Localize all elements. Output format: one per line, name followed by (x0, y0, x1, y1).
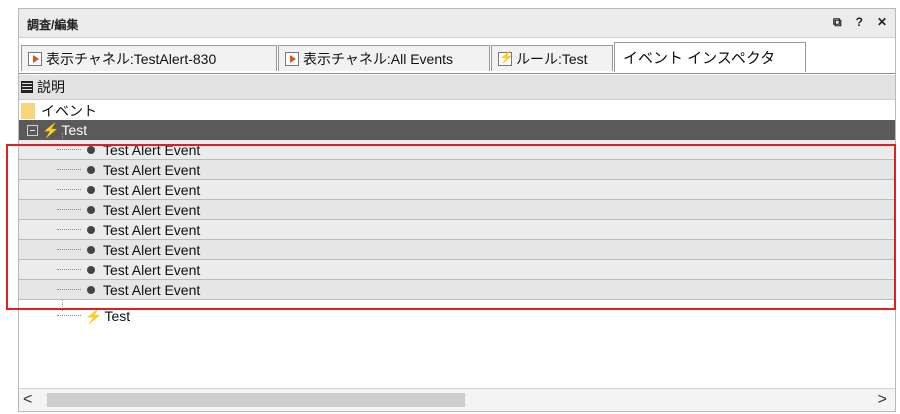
event-list: Test Alert Event Test Alert Event Test A… (19, 140, 895, 305)
list-item[interactable]: Test Alert Event (19, 280, 895, 300)
bullet-icon (87, 145, 95, 154)
tab-channel-all-events[interactable]: 表示チャネル:All Events (278, 45, 490, 71)
horizontal-scrollbar[interactable]: < > (19, 388, 895, 411)
tab-label: ルール:Test (516, 50, 588, 67)
lightning-icon: ⚡ (85, 307, 103, 324)
bullet-icon (87, 245, 95, 254)
play-icon (28, 51, 42, 66)
panel-controls: ⧉ ? ✕ (833, 15, 887, 30)
event-label: Test Alert Event (103, 201, 201, 218)
tree-item-label: Test (104, 308, 131, 324)
close-icon[interactable]: ✕ (877, 15, 887, 30)
lightning-icon (498, 50, 514, 66)
tree-root-label: イベント (41, 103, 97, 119)
lightning-icon: ⚡ (42, 121, 60, 138)
folder-icon (21, 103, 35, 119)
column-header-label: 説明 (37, 79, 65, 95)
event-label: Test Alert Event (103, 181, 201, 198)
list-item[interactable]: Test Alert Event (19, 160, 895, 180)
columns-icon[interactable] (21, 81, 33, 93)
tree-branch (57, 148, 81, 151)
event-label: Test Alert Event (103, 161, 201, 178)
tree-root-events[interactable]: イベント (19, 101, 895, 121)
tab-channel-testalert[interactable]: 表示チャネル:TestAlert-830 (21, 45, 277, 71)
tree-branch (57, 288, 81, 291)
scroll-left-icon[interactable]: < (23, 391, 32, 409)
collapse-icon[interactable] (27, 124, 38, 136)
list-item[interactable]: Test Alert Event (19, 260, 895, 280)
play-icon (285, 51, 299, 66)
bullet-icon (87, 265, 95, 274)
column-header-description[interactable]: 説明 (19, 75, 895, 100)
tab-label: 表示チャネル:TestAlert-830 (46, 50, 217, 67)
bullet-icon (87, 205, 95, 214)
tree-branch (57, 268, 81, 271)
event-label: Test Alert Event (103, 281, 201, 298)
tree-group-label: Test (61, 122, 88, 138)
tree-branch (57, 168, 81, 171)
tab-label: イベント インスペクタ (623, 50, 776, 67)
list-item[interactable]: Test Alert Event (19, 200, 895, 220)
tab-event-inspector[interactable]: イベント インスペクタ (614, 42, 806, 72)
panel-titlebar: 調査/編集 ⧉ ? ✕ (19, 9, 895, 38)
panel-title: 調査/編集 (27, 18, 79, 32)
tree-branch (57, 315, 81, 317)
event-label: Test Alert Event (103, 261, 201, 278)
help-icon[interactable]: ? (856, 15, 863, 30)
scroll-right-icon[interactable]: > (878, 391, 887, 409)
tab-rule-test[interactable]: ルール:Test (491, 45, 613, 71)
tab-label: 表示チャネル:All Events (303, 50, 453, 67)
tree-branch (57, 248, 81, 251)
tree-branch (57, 228, 81, 231)
scrollbar-thumb[interactable] (47, 393, 465, 407)
bullet-icon (87, 165, 95, 174)
tab-bar: 表示チャネル:TestAlert-830 表示チャネル:All Events ル… (19, 42, 895, 74)
bullet-icon (87, 185, 95, 194)
list-item[interactable]: Test Alert Event (19, 140, 895, 160)
tree-branch (57, 188, 81, 191)
event-label: Test Alert Event (103, 241, 201, 258)
event-label: Test Alert Event (103, 141, 201, 158)
list-item[interactable]: Test Alert Event (19, 240, 895, 260)
tree-branch (57, 208, 81, 211)
restore-icon[interactable]: ⧉ (833, 15, 842, 30)
list-item[interactable]: Test Alert Event (19, 220, 895, 240)
bullet-icon (87, 285, 95, 294)
tree-item-test[interactable]: ⚡ Test (19, 306, 895, 326)
event-label: Test Alert Event (103, 221, 201, 238)
bullet-icon (87, 225, 95, 234)
list-item[interactable]: Test Alert Event (19, 180, 895, 200)
tree-group-test[interactable]: ⚡ Test (19, 120, 895, 140)
investigate-edit-panel: 調査/編集 ⧉ ? ✕ 表示チャネル:TestAlert-830 表示チャネル:… (18, 8, 896, 412)
